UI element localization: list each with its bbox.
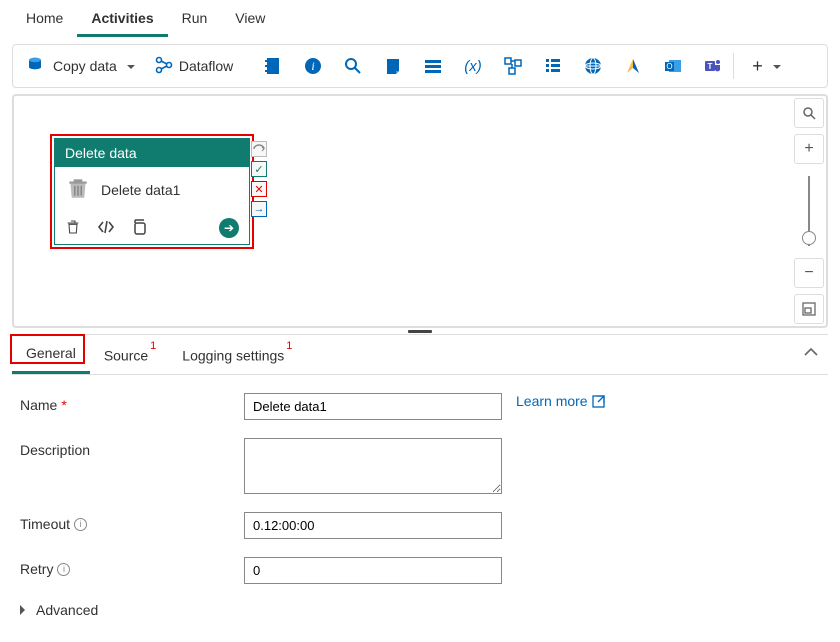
tab-general[interactable]: General — [12, 335, 90, 374]
zoom-slider[interactable] — [808, 176, 810, 246]
collapse-panel-icon[interactable] — [804, 345, 818, 360]
info-icon[interactable]: i — [303, 56, 323, 76]
properties-tabs: General Source1 Logging settings1 — [12, 334, 828, 375]
description-label: Description — [20, 438, 244, 458]
activity-type-label: Delete data — [55, 139, 249, 167]
copy-data-icon — [27, 56, 47, 77]
zoom-out-button[interactable]: − — [794, 258, 824, 288]
activity-card[interactable]: Delete data Delete data1 ➔ ✓ ✕ → — [54, 138, 250, 245]
chevron-down-icon — [769, 58, 781, 74]
search-icon[interactable] — [343, 56, 363, 76]
pipeline-canvas[interactable]: Delete data Delete data1 ➔ ✓ ✕ → + — [12, 94, 828, 328]
info-icon[interactable]: i — [74, 518, 87, 531]
toolbar: Copy data Dataflow i (x) O T + — [12, 44, 828, 88]
stored-proc-icon[interactable] — [423, 56, 443, 76]
menu-view[interactable]: View — [221, 4, 279, 37]
web-icon[interactable] — [583, 56, 603, 76]
timeout-input[interactable] — [244, 512, 502, 539]
retry-input[interactable] — [244, 557, 502, 584]
info-icon[interactable]: i — [57, 563, 70, 576]
general-form: Name * Learn more Description Timeout i … — [20, 393, 820, 618]
menu-home[interactable]: Home — [12, 4, 77, 37]
chevron-right-icon — [20, 602, 30, 618]
tab-source-badge: 1 — [150, 340, 156, 352]
canvas-tools: + − — [794, 98, 824, 324]
dataflow-icon — [155, 56, 173, 77]
svg-text:O: O — [667, 62, 673, 71]
name-input[interactable] — [244, 393, 502, 420]
add-button[interactable]: + — [744, 52, 789, 81]
retry-label: Retry i — [20, 557, 244, 577]
pipeline-icon[interactable] — [503, 56, 523, 76]
fit-screen-button[interactable] — [794, 294, 824, 324]
description-input[interactable] — [244, 438, 502, 494]
list-icon[interactable] — [543, 56, 563, 76]
zoom-slider-thumb[interactable] — [802, 231, 816, 245]
connector-completion[interactable]: → — [251, 201, 267, 217]
tab-source-label: Source — [104, 347, 148, 363]
teams-icon[interactable]: T — [703, 56, 723, 76]
copy-data-label: Copy data — [53, 58, 117, 74]
code-icon[interactable] — [97, 220, 115, 237]
menu-run[interactable]: Run — [168, 4, 222, 37]
delete-data-icon — [65, 175, 91, 204]
zoom-in-button[interactable]: + — [794, 134, 824, 164]
dataflow-label: Dataflow — [179, 58, 233, 74]
function-icon[interactable] — [623, 56, 643, 76]
timeout-label: Timeout i — [20, 512, 244, 532]
copy-data-button[interactable]: Copy data — [19, 52, 143, 81]
plus-icon: + — [752, 56, 763, 77]
tab-logging-badge: 1 — [286, 340, 292, 352]
tab-logging-settings[interactable]: Logging settings1 — [168, 336, 304, 374]
variable-icon[interactable]: (x) — [463, 56, 483, 76]
outlook-icon[interactable]: O — [663, 56, 683, 76]
menu-bar: Home Activities Run View — [0, 0, 840, 38]
dataflow-button[interactable]: Dataflow — [147, 52, 241, 81]
learn-more-link[interactable]: Learn more — [516, 393, 605, 409]
delete-activity-icon[interactable] — [65, 219, 81, 238]
svg-text:T: T — [708, 62, 713, 71]
activity-instance-name: Delete data1 — [101, 182, 180, 198]
connector-fail[interactable]: ✕ — [251, 181, 267, 197]
run-activity-icon[interactable]: ➔ — [219, 218, 239, 238]
script-icon[interactable] — [383, 56, 403, 76]
svg-text:i: i — [312, 59, 315, 73]
menu-activities[interactable]: Activities — [77, 4, 167, 37]
canvas-search-icon[interactable] — [794, 98, 824, 128]
tab-logging-label: Logging settings — [182, 347, 284, 363]
connector-success[interactable]: ✓ — [251, 161, 267, 177]
toolbar-divider — [733, 53, 734, 79]
activity-connectors: ✓ ✕ → — [251, 141, 267, 217]
notebook-icon[interactable] — [263, 56, 283, 76]
chevron-down-icon — [123, 58, 135, 74]
svg-text:(x): (x) — [465, 58, 483, 75]
advanced-label: Advanced — [36, 602, 98, 618]
name-label: Name * — [20, 393, 244, 413]
copy-icon[interactable] — [131, 219, 147, 238]
connector-skip[interactable] — [251, 141, 267, 157]
selection-highlight: Delete data Delete data1 ➔ ✓ ✕ → — [50, 134, 254, 249]
advanced-toggle[interactable]: Advanced — [20, 602, 820, 618]
tab-source[interactable]: Source1 — [90, 336, 168, 374]
